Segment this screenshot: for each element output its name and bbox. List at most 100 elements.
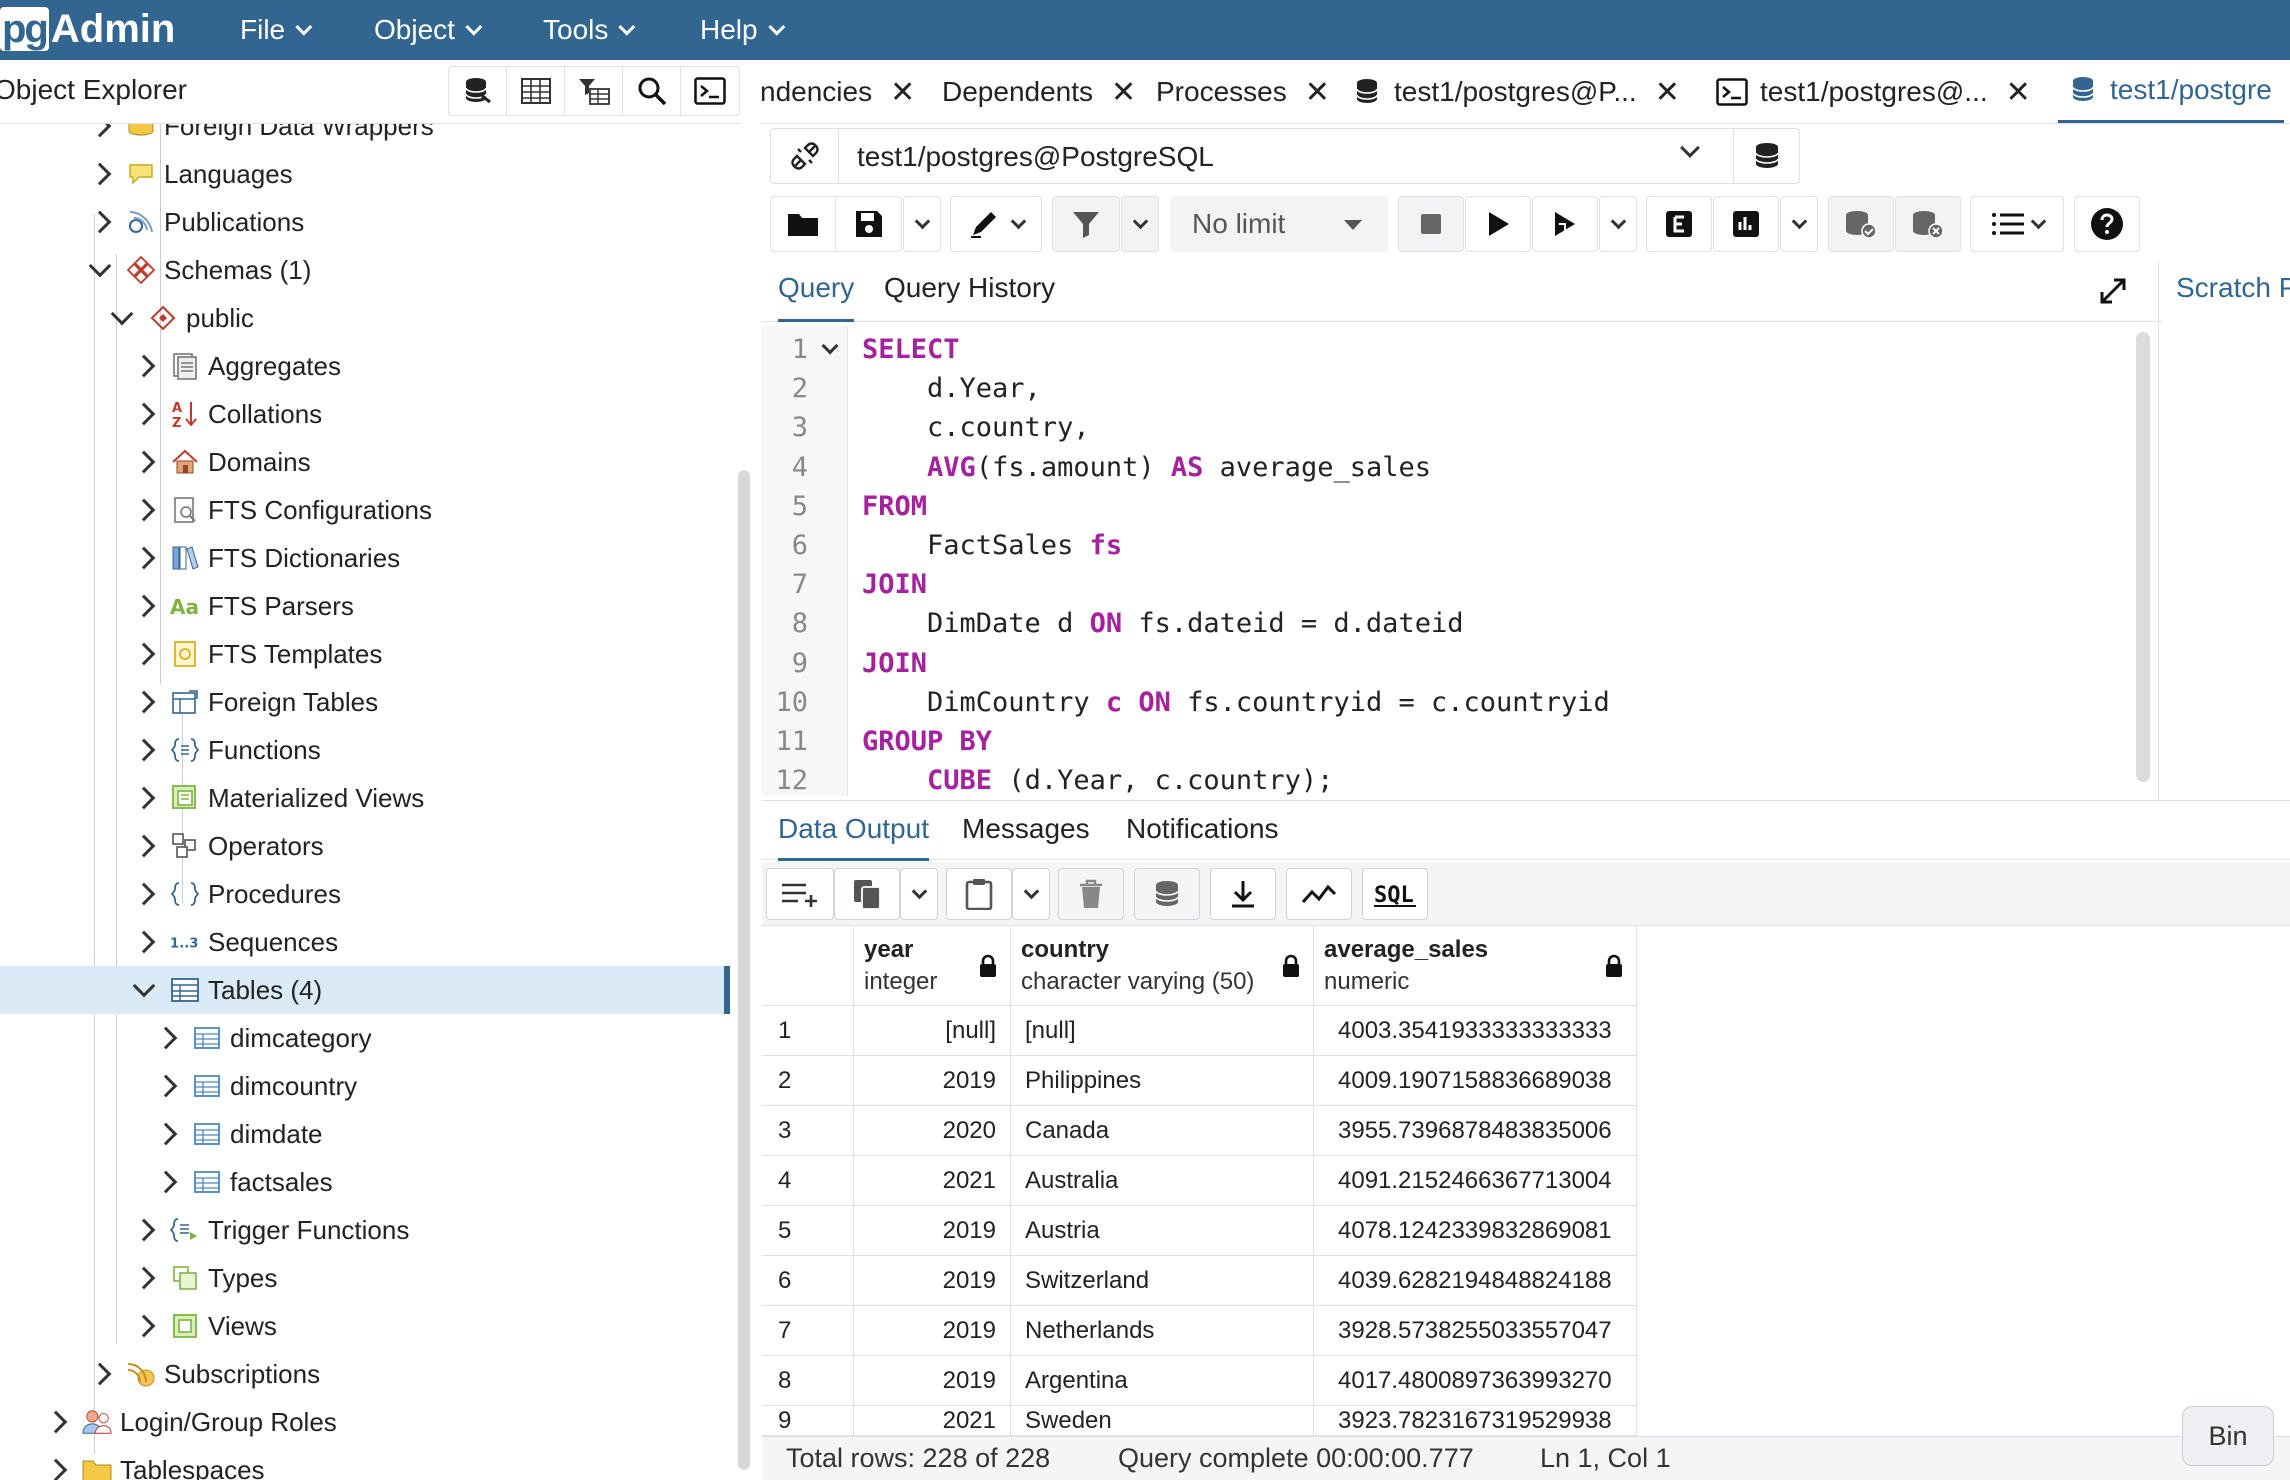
tree-node[interactable]: Aa FTS Parsers — [0, 582, 730, 630]
execute-script-button[interactable] — [1532, 196, 1598, 252]
chevron-right-icon[interactable] — [154, 1122, 178, 1146]
tree-node[interactable]: Materialized Views — [0, 774, 730, 822]
row-number[interactable]: 5 — [762, 1206, 854, 1256]
row-number[interactable]: 7 — [762, 1306, 854, 1356]
chevron-right-icon[interactable] — [154, 1074, 178, 1098]
tab-scratch-pad[interactable]: Scratch P — [2176, 272, 2290, 304]
chevron-right-icon[interactable] — [88, 210, 112, 234]
chevron-right-icon[interactable] — [132, 1314, 156, 1338]
menu-file[interactable]: File — [240, 0, 313, 60]
new-connection-button[interactable] — [1733, 129, 1799, 183]
row-number[interactable]: 1 — [762, 1006, 854, 1056]
tree-node[interactable]: 1..3 Sequences — [0, 918, 730, 966]
tree-node[interactable]: Functions — [0, 726, 730, 774]
chevron-right-icon[interactable] — [132, 786, 156, 810]
execute-button[interactable] — [1465, 196, 1531, 252]
rollback-button[interactable] — [1895, 196, 1961, 252]
cell-country[interactable]: Philippines — [1011, 1056, 1314, 1106]
chevron-right-icon[interactable] — [132, 402, 156, 426]
expand-icon[interactable] — [2098, 276, 2128, 311]
cell-country[interactable]: Argentina — [1011, 1356, 1314, 1406]
psql-tool-button[interactable] — [681, 67, 739, 115]
cell-year[interactable]: 2019 — [854, 1256, 1011, 1306]
explain-options-dropdown[interactable] — [1780, 196, 1818, 252]
cell-year[interactable]: [null] — [854, 1006, 1011, 1056]
tree-node[interactable]: Foreign Tables — [0, 678, 730, 726]
open-file-button[interactable] — [771, 197, 836, 251]
cell-year[interactable]: 2019 — [854, 1356, 1011, 1406]
editor-scrollbar[interactable] — [2136, 332, 2150, 782]
cell-year[interactable]: 2021 — [854, 1406, 1011, 1436]
tree-node[interactable]: Languages — [0, 150, 730, 198]
sql-button[interactable]: SQL — [1362, 868, 1428, 920]
chevron-right-icon[interactable] — [132, 642, 156, 666]
chevron-right-icon[interactable] — [132, 690, 156, 714]
search-objects-button[interactable] — [623, 67, 681, 115]
chevron-right-icon[interactable] — [88, 162, 112, 186]
tab-dependencies[interactable]: ndencies ✕ — [760, 60, 915, 123]
row-number-header[interactable] — [762, 926, 854, 1006]
close-icon[interactable]: ✕ — [1111, 75, 1136, 110]
tree-node[interactable]: public — [0, 294, 730, 342]
tree-node[interactable]: Login/Group Roles — [0, 1398, 730, 1446]
column-header[interactable]: average_sales numeric — [1314, 926, 1637, 1006]
cell-country[interactable]: Netherlands — [1011, 1306, 1314, 1356]
row-number[interactable]: 3 — [762, 1106, 854, 1156]
tree-node[interactable]: Publications — [0, 198, 730, 246]
column-header[interactable]: year integer — [854, 926, 1011, 1006]
tree-node[interactable]: Schemas (1) — [0, 246, 730, 294]
close-icon[interactable]: ✕ — [1655, 75, 1680, 110]
tab-notifications[interactable]: Notifications — [1126, 813, 1279, 861]
macros-dropdown[interactable] — [1970, 196, 2064, 252]
tree-node[interactable]: Types — [0, 1254, 730, 1302]
filter-button[interactable] — [1052, 196, 1120, 252]
cell-average-sales[interactable]: 4039.6282194848824188 — [1314, 1256, 1637, 1306]
chevron-down-icon[interactable] — [88, 254, 112, 278]
close-icon[interactable]: ✕ — [890, 75, 915, 110]
chevron-right-icon[interactable] — [88, 124, 112, 138]
tree-node[interactable]: Trigger Functions — [0, 1206, 730, 1254]
tree-node[interactable]: dimcountry — [0, 1062, 730, 1110]
tab-processes[interactable]: Processes ✕ — [1156, 60, 1330, 123]
close-icon[interactable]: ✕ — [2006, 75, 2031, 110]
cell-year[interactable]: 2019 — [854, 1306, 1011, 1356]
cell-average-sales[interactable]: 4003.3541933333333333 — [1314, 1006, 1637, 1056]
chevron-right-icon[interactable] — [154, 1170, 178, 1194]
cell-average-sales[interactable]: 4009.1907158836689038 — [1314, 1056, 1637, 1106]
chevron-right-icon[interactable] — [132, 930, 156, 954]
chevron-right-icon[interactable] — [132, 738, 156, 762]
add-row-button[interactable] — [766, 868, 834, 920]
tab-dependents[interactable]: Dependents ✕ — [942, 60, 1136, 123]
tab-query-tool-active[interactable]: test1/postgre — [2058, 60, 2284, 123]
chevron-right-icon[interactable] — [44, 1410, 68, 1434]
explain-analyze-button[interactable] — [1713, 196, 1779, 252]
object-explorer-scrollbar[interactable] — [738, 470, 750, 1470]
menu-object[interactable]: Object — [374, 0, 483, 60]
tab-data-output[interactable]: Data Output — [778, 813, 929, 861]
cell-year[interactable]: 2021 — [854, 1156, 1011, 1206]
chevron-right-icon[interactable] — [132, 354, 156, 378]
row-limit-select[interactable]: No limit — [1170, 196, 1388, 252]
cell-country[interactable]: Austria — [1011, 1206, 1314, 1256]
chevron-right-icon[interactable] — [132, 498, 156, 522]
cell-country[interactable]: Canada — [1011, 1106, 1314, 1156]
explain-button[interactable] — [1646, 196, 1712, 252]
filter-dropdown[interactable] — [1121, 196, 1159, 252]
execute-options-dropdown[interactable] — [1599, 196, 1637, 252]
tree-node[interactable]: FTS Templates — [0, 630, 730, 678]
cell-average-sales[interactable]: 4091.2152466367713004 — [1314, 1156, 1637, 1206]
graph-visualiser-button[interactable] — [1286, 868, 1352, 920]
chevron-right-icon[interactable] — [88, 1362, 112, 1386]
tree-node[interactable]: Tables (4) — [0, 966, 730, 1014]
paste-options-dropdown[interactable] — [1012, 868, 1050, 920]
cell-average-sales[interactable]: 4078.1242339832869081 — [1314, 1206, 1637, 1256]
chevron-right-icon[interactable] — [132, 546, 156, 570]
delete-button[interactable] — [1058, 868, 1124, 920]
cell-average-sales[interactable]: 4017.4800897363993270 — [1314, 1356, 1637, 1406]
chevron-down-icon[interactable] — [1680, 138, 1700, 158]
save-options-dropdown[interactable] — [903, 196, 941, 252]
tree-node[interactable]: FTS Dictionaries — [0, 534, 730, 582]
chevron-right-icon[interactable] — [132, 1266, 156, 1290]
row-number[interactable]: 8 — [762, 1356, 854, 1406]
edit-dropdown[interactable] — [950, 196, 1042, 252]
